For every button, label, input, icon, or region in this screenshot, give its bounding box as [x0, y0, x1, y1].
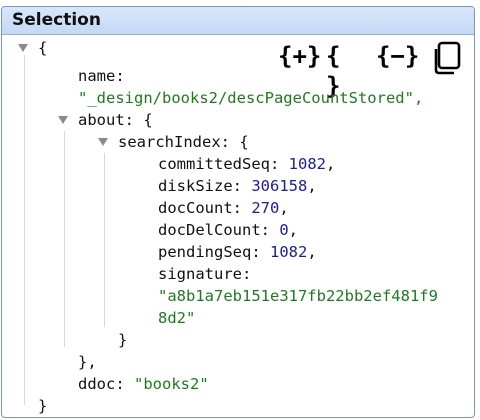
- json-field-pending-seq: pendingSeq: 1082,: [158, 241, 317, 263]
- indent-guide-root: [24, 55, 25, 405]
- json-comma: ,: [307, 243, 317, 261]
- json-field-committed-seq: committedSeq: 1082,: [158, 153, 335, 175]
- json-key-about: about: {: [78, 111, 153, 129]
- json-key-search-index: searchIndex: {: [118, 133, 249, 151]
- json-number-value: 1082: [269, 243, 308, 261]
- copy-icon[interactable]: [432, 41, 462, 75]
- json-comma: ,: [307, 177, 317, 195]
- panel-title: Selection: [12, 10, 101, 30]
- json-field-ddoc: ddoc: "books2": [78, 373, 209, 395]
- json-key: diskSize:: [158, 177, 252, 195]
- json-number-value: 1082: [288, 155, 326, 173]
- json-key: committedSeq:: [158, 155, 289, 173]
- json-close-search-index: }: [118, 331, 128, 349]
- json-value-name: "_design/books2/descPageCountStored",: [78, 89, 424, 107]
- json-comma: ,: [288, 221, 299, 239]
- json-key-name: name:: [78, 67, 125, 85]
- json-value-signature-line2: 8d2": [158, 309, 196, 327]
- json-field-disk-size: diskSize: 306158,: [158, 175, 317, 197]
- expand-all-button[interactable]: {+}: [278, 41, 321, 71]
- indent-guide-search-index: [104, 153, 105, 327]
- json-close-root: }: [38, 397, 48, 415]
- json-comma: ,: [279, 199, 289, 217]
- json-string-value: "books2": [134, 375, 209, 393]
- collapse-toggle-search-index[interactable]: [98, 138, 108, 146]
- collapse-toggle-about[interactable]: [58, 116, 68, 124]
- json-field-doc-count: docCount: 270,: [158, 197, 289, 219]
- json-number-value: 0: [279, 221, 289, 239]
- json-field-doc-del-count: docDelCount: 0,: [158, 219, 298, 241]
- json-key: docDelCount:: [158, 221, 280, 239]
- json-comma: ,: [325, 155, 336, 173]
- json-value-signature-line1: "a8b1a7eb151e317fb22bb2ef481f9: [158, 287, 438, 305]
- json-number-value: 306158: [251, 177, 308, 195]
- json-key: pendingSeq:: [158, 243, 270, 261]
- json-close-about: },: [78, 353, 97, 371]
- json-open-root: {: [38, 39, 48, 57]
- selection-panel: Selection {+} { } {−} { name: "_design/b…: [1, 6, 475, 418]
- collapse-toggle-root[interactable]: [18, 44, 28, 52]
- json-viewer: {+} { } {−} { name: "_design/books2/desc…: [2, 35, 474, 417]
- json-number-value: 270: [251, 199, 280, 217]
- indent-guide-about: [64, 131, 65, 347]
- json-key: ddoc:: [78, 375, 134, 393]
- panel-titlebar: Selection: [2, 7, 474, 35]
- json-key: docCount:: [158, 199, 252, 217]
- json-key-signature: signature:: [158, 265, 252, 283]
- collapse-all-button[interactable]: {−}: [376, 41, 419, 71]
